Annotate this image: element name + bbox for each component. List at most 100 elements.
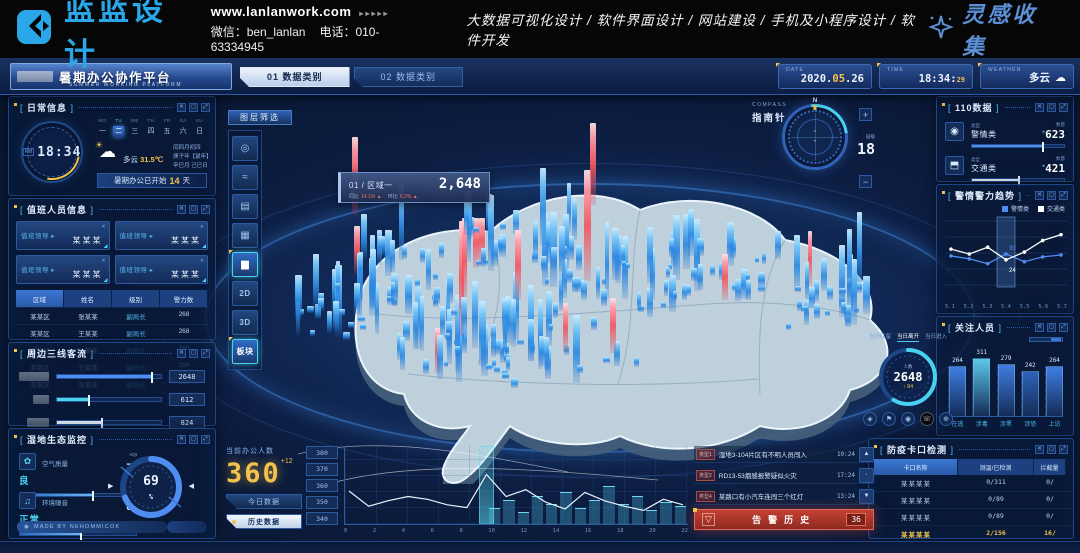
panel-title: 防疫卡口检测 <box>880 443 954 456</box>
alarm-control-icon[interactable]: ▼ <box>859 489 874 504</box>
svg-text:24: 24 <box>1009 268 1016 274</box>
checkpoint-row[interactable]: 某某某某0/890/ <box>869 509 1073 526</box>
credit-bar: ◉MADE BY NEHOMMICOK <box>17 521 167 533</box>
weekday-su[interactable]: SU日 <box>194 118 205 137</box>
expand-icon[interactable]: ⤢ <box>201 349 210 358</box>
window-icon[interactable]: ▢ <box>1047 445 1056 454</box>
remove-icon[interactable]: ✕ <box>200 258 204 264</box>
visitor-gauge: 当日驻留当日离开当日进入 人数 2648 ↑ 84 ◈⚑◉☏⊕ <box>850 332 966 440</box>
y-axis-ticks: 380370360350340 <box>306 446 338 525</box>
map-tool-icon-0[interactable]: ◈ <box>863 412 877 426</box>
layer-button-signal-icon[interactable]: ≈ <box>232 165 258 190</box>
legend-item[interactable]: 交通类 <box>1038 204 1065 213</box>
window-icon[interactable]: ▢ <box>189 103 198 112</box>
expand-icon[interactable]: ⤢ <box>1059 103 1068 112</box>
layer-button-building-icon[interactable]: ▦ <box>232 223 258 248</box>
remove-icon[interactable]: ✕ <box>101 224 105 230</box>
remove-icon[interactable]: ✕ <box>101 258 105 264</box>
history-data-button[interactable]: 历史数据 <box>226 514 302 529</box>
window-icon[interactable]: ▢ <box>189 435 198 444</box>
data110-row: ⬒类型交通类▸数量421 <box>945 156 1065 175</box>
city-map[interactable] <box>238 154 938 484</box>
duty-leader-card[interactable]: 值班领导✕某某某 <box>16 221 110 250</box>
layer-button-3d[interactable]: 3D <box>232 310 258 335</box>
alarm-history-button[interactable]: ▽ 告警历史 36 <box>694 509 874 530</box>
layer-button-grid-icon[interactable]: ▤ <box>232 194 258 219</box>
today-data-button[interactable]: 今日数据 <box>226 494 302 509</box>
zoom-in-button[interactable]: + <box>859 108 872 121</box>
weekday-fr[interactable]: FR五 <box>162 118 173 137</box>
duty-leader-card[interactable]: 值班领导✕某某某 <box>16 255 110 284</box>
zoom-out-button[interactable]: − <box>859 175 872 188</box>
visitor-tab-1[interactable]: 当日离开 <box>897 332 919 342</box>
inspiration-collect[interactable]: 灵感收集 <box>928 0 1054 61</box>
expand-icon[interactable]: ⤢ <box>201 435 210 444</box>
close-icon[interactable]: ✕ <box>1035 323 1044 332</box>
close-icon[interactable]: ✕ <box>177 435 186 444</box>
layer-button-2d[interactable]: 2D <box>232 281 258 306</box>
duty-table-row[interactable]: 某某区王某某副局长268 <box>16 325 208 342</box>
map-tool-icon-4[interactable]: ⊕ <box>939 412 953 426</box>
focus-bar[interactable]: 242涉恐 <box>1022 371 1039 416</box>
lunar-calendar: 闰四月初四庚子年【鼠年】辛巳月 己巳日 <box>173 144 212 171</box>
map-tool-icon-3[interactable]: ☏ <box>920 412 934 426</box>
layer-button-chart-icon[interactable]: ▆ <box>232 252 258 277</box>
legend-item[interactable]: 警情类 <box>1002 204 1029 213</box>
alarm-list: 类型1湿地3-104片区有不明人员闯入19:24▲ 类型2RD13-53烟感报警疑… <box>694 446 874 530</box>
panel-title: 警情警力趋势 <box>948 189 1022 202</box>
expand-icon[interactable]: ⤢ <box>1059 323 1068 332</box>
alarm-row[interactable]: 类型1湿地3-104片区有不明人员闯入19:24▲ <box>694 446 874 463</box>
leaf-icon: ✿ <box>19 453 36 470</box>
tab-data-category-2[interactable]: 02 数据类别 <box>354 67 464 87</box>
layer-button-plate[interactable]: 板块 <box>232 339 258 364</box>
weekday-tu[interactable]: TU二 <box>113 118 124 137</box>
map-tool-icon-2[interactable]: ◉ <box>901 412 915 426</box>
expand-icon[interactable]: ⤢ <box>1059 191 1068 200</box>
expand-icon[interactable]: ⤢ <box>201 103 210 112</box>
window-icon[interactable]: ▢ <box>1047 103 1056 112</box>
visitor-tab-0[interactable]: 当日驻留 <box>869 332 891 342</box>
screen: 蓝蓝设计 www.lanlanwork.com▸▸▸▸▸ 微信：ben_lanl… <box>0 0 1080 553</box>
remove-icon[interactable]: ✕ <box>200 224 204 230</box>
duty-leader-card[interactable]: 值班领导✕某某某 <box>115 255 209 284</box>
visitor-tab-2[interactable]: 当日进入 <box>925 332 947 342</box>
window-icon[interactable]: ▢ <box>189 205 198 214</box>
weekday-we[interactable]: WE三 <box>129 118 140 137</box>
weekday-th[interactable]: TH四 <box>145 118 156 137</box>
visitor-gauge-tabs: 当日驻留当日离开当日进入 <box>850 332 966 342</box>
close-icon[interactable]: ✕ <box>1035 445 1044 454</box>
compass-dial[interactable]: N ⌃⌄ <box>782 104 848 170</box>
checkpoint-row[interactable]: 某某某某0/890/ <box>869 492 1073 509</box>
alarm-row[interactable]: 类型2RD13-53烟感报警疑似火灾17:24◦ <box>694 467 874 484</box>
duty-table-row[interactable]: 某某区张某某副局长268 <box>16 308 208 325</box>
expand-icon[interactable]: ⤢ <box>201 205 210 214</box>
x-axis-ticks: 0246810121416182022 <box>344 528 688 534</box>
week-row: MO一 TU二 WE三 TH四 FR五 SA六 SU日 <box>97 118 205 137</box>
map-tool-icon-1[interactable]: ⚑ <box>882 412 896 426</box>
checkpoint-row[interactable]: 某某某某0/3110/ <box>869 475 1073 492</box>
layer-button-camera-icon[interactable]: ◎ <box>232 136 258 161</box>
close-icon[interactable]: ✕ <box>177 349 186 358</box>
expand-icon[interactable]: ⤢ <box>1059 445 1068 454</box>
weekday-mo[interactable]: MO一 <box>97 118 108 137</box>
tab-data-category-1[interactable]: 01 数据类别 <box>240 67 350 87</box>
alarm-control-icon[interactable]: ◦ <box>859 468 874 483</box>
window-icon[interactable]: ▢ <box>1047 191 1056 200</box>
website-link[interactable]: www.lanlanwork.com <box>211 4 352 19</box>
close-icon[interactable]: ✕ <box>177 103 186 112</box>
panel-daily-info: 日常信息 ✕▢⤢ PM 18:34 MO一TU二WE三TH四FR五SA六SU日 … <box>8 96 216 196</box>
focus-slider[interactable] <box>1029 337 1063 342</box>
alarm-row[interactable]: 类型4某路口有小汽车连闯三个红灯13:24▼ <box>694 488 874 505</box>
close-icon[interactable]: ✕ <box>1035 103 1044 112</box>
focus-bar[interactable]: 311涉毒 <box>973 358 990 416</box>
window-icon[interactable]: ▢ <box>1047 323 1056 332</box>
duty-leader-card[interactable]: 值班领导✕某某某 <box>115 221 209 250</box>
window-icon[interactable]: ▢ <box>189 349 198 358</box>
close-icon[interactable]: ✕ <box>177 205 186 214</box>
weekday-sa[interactable]: SA六 <box>178 118 189 137</box>
panel-duty-staff: 值班人员信息 ✕▢⤢ 值班领导✕某某某值班领导✕某某某值班领导✕某某某值班领导✕… <box>8 198 216 340</box>
focus-bar[interactable]: 279涉黑 <box>998 364 1015 416</box>
focus-bar[interactable]: 264上访 <box>1046 366 1063 416</box>
alarm-control-icon[interactable]: ▲ <box>859 447 874 462</box>
close-icon[interactable]: ✕ <box>1035 191 1044 200</box>
